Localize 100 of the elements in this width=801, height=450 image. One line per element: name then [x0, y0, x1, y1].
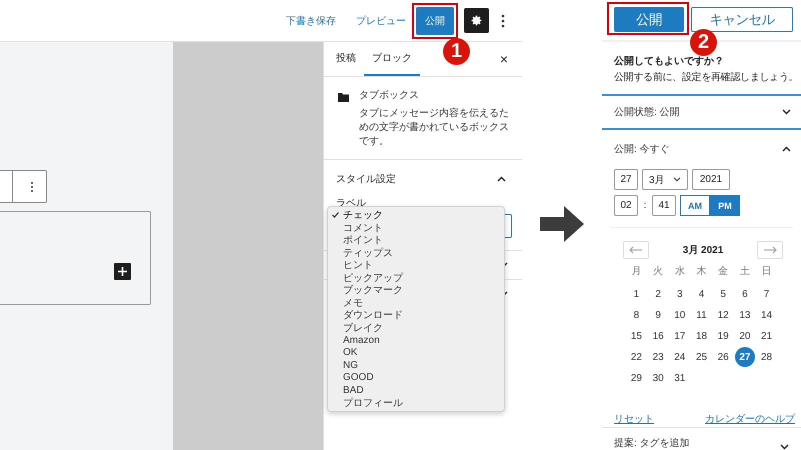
dropdown-option[interactable]: GOOD [328, 372, 504, 384]
chevron-icon[interactable] [782, 109, 791, 115]
sidebar-tab[interactable]: 投稿 [328, 42, 364, 76]
dropdown-option[interactable]: OK [328, 346, 504, 359]
previous-month-button[interactable] [623, 241, 649, 259]
publish-button[interactable]: 公開 [416, 6, 454, 34]
dropdown-option[interactable]: ブックマーク [328, 284, 504, 296]
save-draft-link[interactable]: 下書き保存 [286, 14, 336, 28]
sidebar-tab[interactable]: ブロック [364, 42, 420, 76]
chevron-icon[interactable] [497, 176, 506, 182]
calendar-day[interactable]: 25 [692, 347, 712, 367]
calendar-day[interactable]: 8 [626, 305, 646, 325]
calendar-day[interactable]: 11 [692, 305, 712, 325]
preview-link[interactable]: プレビュー [356, 14, 406, 28]
calendar-day[interactable]: 29 [626, 368, 646, 388]
minute-field[interactable]: 41 [652, 195, 676, 216]
calendar-day[interactable]: 21 [756, 326, 777, 346]
dropdown-option[interactable]: メモ [328, 296, 504, 309]
day-field[interactable]: 27 [614, 169, 638, 190]
calendar-day[interactable]: 24 [670, 347, 690, 367]
weekday-label: 火 [652, 264, 664, 279]
calendar-day[interactable]: 16 [648, 326, 668, 346]
calendar-day[interactable]: 18 [692, 326, 712, 346]
right-arrow-icon [763, 246, 777, 254]
close-button[interactable]: × [486, 42, 522, 76]
weekday-label: 水 [674, 264, 686, 279]
section-title: スタイル設定 [336, 172, 396, 186]
calendar-day[interactable]: 1 [626, 284, 646, 304]
dropdown-option[interactable]: ヒント [328, 259, 504, 272]
calendar-day[interactable]: 28 [756, 347, 777, 367]
dropdown-option[interactable]: NG [328, 359, 504, 372]
confirm-message: 公開する前に、設定を再確認しましょう。 [614, 70, 800, 84]
calendar-day[interactable]: 10 [670, 305, 690, 325]
year-field[interactable]: 2021 [692, 169, 730, 190]
more-options-icon[interactable] [501, 14, 505, 28]
block-name: タブボックス [359, 89, 420, 103]
visibility-row[interactable]: 公開状態: 公開 [602, 94, 801, 130]
gear-icon [470, 14, 483, 27]
calendar-day[interactable]: 20 [734, 326, 755, 346]
time-separator: : [642, 200, 648, 211]
am-pm-toggle[interactable]: AM [680, 195, 710, 216]
dropdown-option[interactable]: Amazon [328, 334, 504, 346]
calendar-day[interactable]: 13 [734, 305, 755, 325]
calendar-day[interactable]: 5 [713, 284, 734, 304]
calendar-day[interactable]: 27 [734, 347, 755, 367]
dropdown-option[interactable]: コメント [328, 222, 504, 234]
weekday-label: 日 [760, 265, 773, 279]
publish-button[interactable]: 公開 [614, 7, 684, 32]
schedule-label: 公開: 今すぐ [614, 143, 670, 156]
chevron-icon[interactable] [782, 146, 791, 152]
right-arrow-icon [540, 206, 584, 242]
tags-row-label[interactable]: 提案: タグを追加 [614, 436, 690, 450]
dropdown-option[interactable]: ダウンロード [328, 309, 504, 322]
calendar-day[interactable]: 4 [692, 284, 712, 304]
chevron-icon [673, 177, 681, 182]
weekday-label: 木 [696, 264, 708, 279]
settings-button[interactable] [464, 8, 489, 33]
calendar-day[interactable]: 12 [713, 305, 734, 325]
calendar-day[interactable]: 3 [670, 284, 690, 304]
dropdown-option[interactable]: プロフィール [328, 396, 504, 409]
more-options-icon[interactable] [30, 180, 34, 192]
chevron-icon[interactable] [780, 444, 789, 450]
calendar-day[interactable]: 15 [626, 326, 646, 346]
calendar-day[interactable]: 17 [670, 326, 690, 346]
calendar-day[interactable]: 31 [670, 368, 690, 388]
hour-field[interactable]: 02 [614, 195, 638, 216]
calendar-day[interactable]: 26 [713, 347, 734, 367]
block-description: タブにメッセージ内容を伝えるための文字が書かれているボックスです。 [359, 107, 510, 149]
calendar-day[interactable]: 22 [626, 347, 646, 367]
calendar-day[interactable]: 2 [648, 284, 668, 304]
calendar-day[interactable]: 7 [756, 284, 777, 304]
dropdown-option[interactable]: ポイント [328, 234, 504, 246]
dropdown-option[interactable]: ピックアップ [328, 272, 504, 284]
calendar-day[interactable]: 30 [648, 368, 668, 388]
calendar-day[interactable]: 14 [756, 305, 777, 325]
dropdown-option[interactable]: BAD [328, 384, 504, 396]
cancel-button[interactable]: キャンセル [691, 7, 793, 32]
step-badge: 1 [443, 38, 470, 64]
step-badge: 2 [690, 29, 717, 56]
dropdown-option[interactable]: チェック [328, 209, 504, 222]
month-select[interactable]: 3月 [642, 169, 688, 190]
calendar-day[interactable]: 6 [734, 284, 755, 304]
am-pm-toggle[interactable]: PM [710, 195, 740, 216]
confirm-heading: 公開してもよいですか？ [614, 54, 725, 68]
calendar-help-link[interactable]: カレンダーのヘルプ [705, 412, 795, 426]
next-month-button[interactable] [757, 241, 783, 259]
checkmark-icon [332, 212, 339, 218]
reset-link[interactable]: リセット [614, 412, 654, 426]
calendar-title: 3月 2021 [682, 244, 724, 257]
calendar-day[interactable]: 9 [648, 305, 668, 325]
calendar-day[interactable]: 19 [713, 326, 734, 346]
left-arrow-icon [629, 246, 643, 254]
dropdown-option[interactable]: ブレイク [328, 322, 504, 334]
weekday-label: 金 [717, 265, 730, 279]
weekday-label: 月 [630, 265, 642, 279]
add-block-icon[interactable] [114, 263, 131, 280]
weekday-label: 土 [738, 264, 751, 279]
dropdown-option[interactable]: ティップス [328, 246, 504, 259]
calendar-day[interactable]: 23 [648, 347, 668, 367]
highlight-frame [412, 2, 458, 38]
